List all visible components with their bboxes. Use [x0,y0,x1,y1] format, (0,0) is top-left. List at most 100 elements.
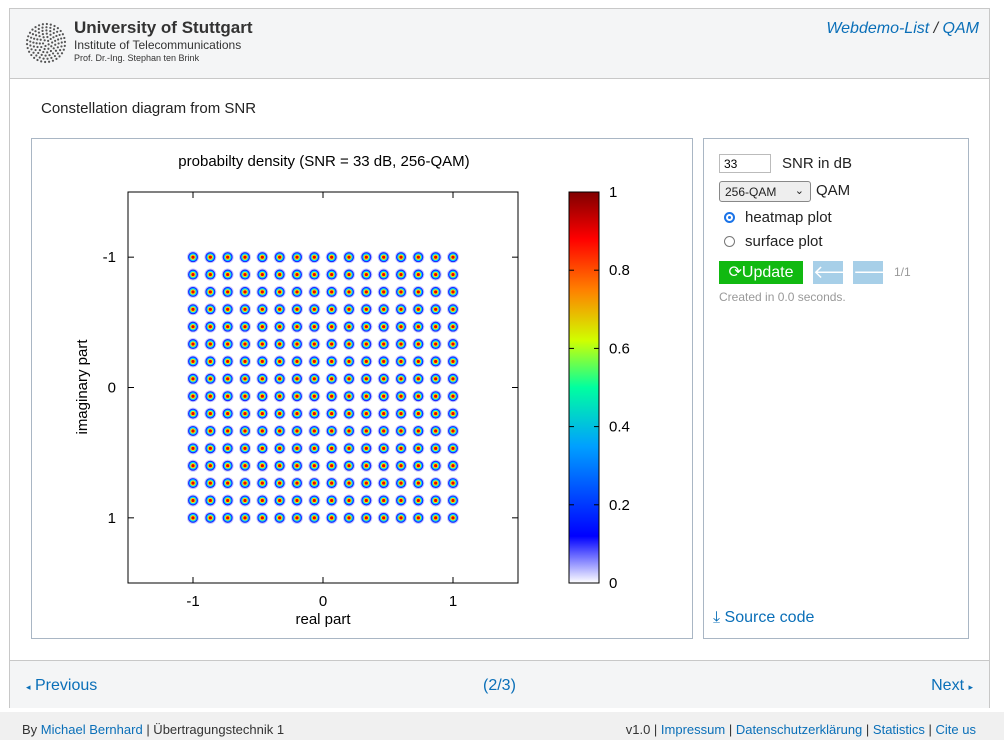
density-ring [191,516,195,520]
density-ring [399,394,403,398]
constellation-point [412,251,425,264]
y-axis-label: imaginary part [74,339,91,435]
density-ring [226,411,230,416]
density-ring [347,342,351,346]
constellation-point [343,494,355,507]
previous-label: Previous [34,677,98,694]
constellation-point [273,303,286,316]
webdemo-list-link[interactable]: Webdemo-List [826,20,929,37]
density-ring [260,325,264,329]
constellation-point [395,511,407,524]
density-ring [434,464,438,468]
constellation-point [239,285,251,298]
density-ring [416,359,420,364]
constellation-point [308,303,321,316]
constellation-point [273,494,286,507]
logo-dot [41,42,45,45]
density-ring [399,342,403,346]
density-ring [416,516,420,520]
logo-dot [63,44,66,47]
logo-dot [42,57,45,60]
density-ring [416,342,420,346]
constellation-point [239,494,251,507]
density-ring [208,429,212,433]
density-ring [243,464,247,468]
next-result-button[interactable]: 🡒 [853,261,901,284]
qam-select[interactable]: 256-QAM ⌄ [719,181,811,202]
constellation-point [291,268,303,281]
constellation-point [360,442,373,455]
density-ring [382,377,386,381]
logo-dot [55,57,58,60]
constellation-point [377,251,390,264]
density-ring [399,307,403,311]
density-ring [330,325,334,329]
density-ring [364,272,368,277]
constellation-point [273,285,286,298]
next-link[interactable]: Next ▸ [931,677,973,695]
logo-dot [47,47,50,50]
constellation-point [239,268,251,281]
logo-dot [30,48,33,51]
density-ring [278,272,282,277]
logo-dot [61,33,64,36]
density-ring [382,411,386,416]
logo-dot [38,35,41,38]
constellation-point [239,477,251,490]
constellation-point [273,268,286,281]
density-ring [416,498,420,503]
update-button[interactable]: ⟳Update [719,261,803,284]
constellation-point [239,511,251,524]
chevron-down-icon: ⌄ [794,185,804,197]
cite-us-link[interactable]: Cite us [936,722,976,737]
density-ring [295,325,299,329]
triangle-left-icon: ◂ [26,682,31,692]
previous-link[interactable]: ◂ Previous [26,677,97,695]
constellation-point [447,477,459,490]
logo-dot [51,41,54,44]
density-ring [382,255,386,259]
constellation-point [273,320,286,333]
qam-link[interactable]: QAM [943,20,979,37]
constellation-point [308,372,321,385]
logo-dot [45,32,48,35]
logo-dot [52,31,55,35]
constellation-point [447,494,459,507]
impressum-link[interactable]: Impressum [661,722,725,737]
logo-dot [49,30,52,33]
constellation-point [273,251,286,264]
density-ring [382,394,386,398]
constellation-point [204,477,217,490]
source-code-link[interactable]: ⤓ Source code [713,609,814,627]
statistics-link[interactable]: Statistics [873,722,925,737]
constellation-point [187,372,199,385]
constellation-point [447,303,459,316]
constellation-point [412,355,425,368]
constellation-point [187,407,199,420]
constellation-point [377,477,390,490]
constellation-point [360,372,373,385]
constellation-point [221,511,234,524]
constellation-point [291,372,303,385]
density-ring [208,377,212,381]
privacy-link[interactable]: Datenschutzerklärung [736,722,862,737]
density-ring [364,464,368,468]
heatmap-radio[interactable] [724,212,735,223]
author-link[interactable]: Michael Bernhard [41,722,143,737]
x-tick-label: -1 [186,593,199,610]
constellation-point [308,477,321,490]
surface-radio-label[interactable]: surface plot [745,233,823,250]
density-ring [399,377,403,381]
constellation-point [447,459,459,472]
constellation-point [377,511,390,524]
snr-input[interactable] [719,154,771,173]
logo-dot [54,43,57,46]
constellation-point [395,372,407,385]
heatmap-radio-label[interactable]: heatmap plot [745,209,832,226]
density-ring [208,394,212,398]
density-ring [434,446,438,450]
surface-radio[interactable] [724,236,735,247]
density-ring [416,325,420,329]
constellation-point [343,268,355,281]
previous-result-button[interactable]: 🡐 [813,261,861,284]
